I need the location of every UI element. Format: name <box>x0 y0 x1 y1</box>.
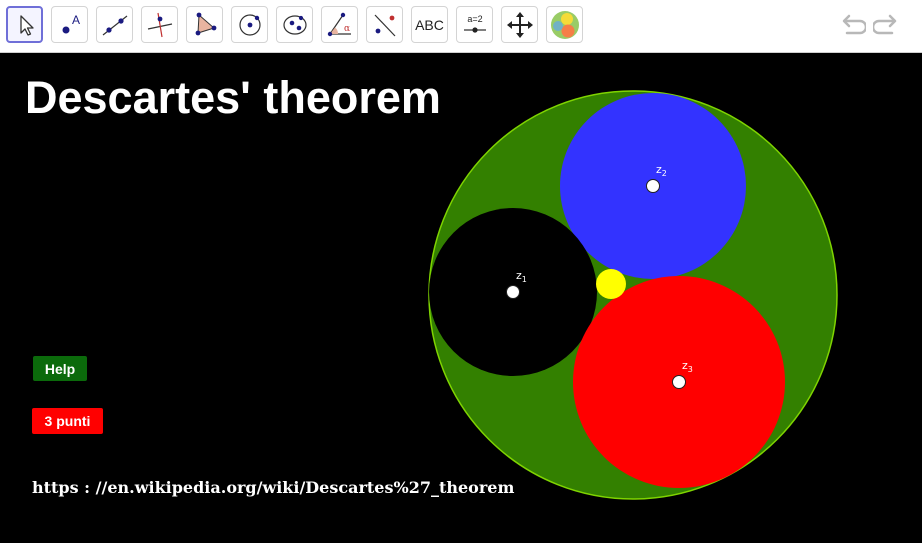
inner-tangent-circle[interactable] <box>596 269 626 299</box>
center-z3-point[interactable] <box>672 375 686 389</box>
center-z1-point[interactable] <box>506 285 520 299</box>
page-title: Descartes' theorem <box>25 72 441 123</box>
three-points-button[interactable]: 3 punti <box>32 408 103 434</box>
help-button[interactable]: Help <box>33 356 87 381</box>
center-z2-point[interactable] <box>646 179 660 193</box>
wikipedia-link[interactable]: https : //en.wikipedia.org/wiki/Descarte… <box>32 478 514 497</box>
